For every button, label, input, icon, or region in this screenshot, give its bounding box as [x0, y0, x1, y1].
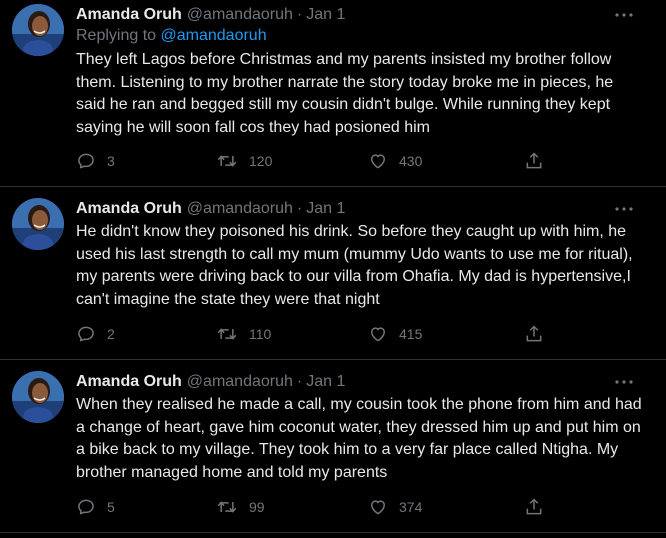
like-count: 374	[399, 499, 423, 515]
author-handle[interactable]: @amandaoruh	[187, 6, 293, 24]
avatar[interactable]	[12, 4, 64, 56]
retweet-arrows-icon	[217, 501, 237, 513]
tweet-divider	[0, 532, 666, 533]
like-button[interactable]: 430	[368, 149, 422, 173]
reply-count: 3	[107, 153, 115, 169]
retweet-arrows-icon	[217, 155, 237, 167]
reply-count: 5	[107, 499, 115, 515]
more-options-button[interactable]	[610, 371, 638, 393]
reply-button[interactable]: 5	[76, 495, 115, 519]
author-handle[interactable]: @amandaoruh	[187, 373, 293, 391]
share-upload-icon	[526, 152, 542, 169]
retweet-count: 99	[249, 499, 265, 515]
tweet-header: Amanda Oruh @amandaoruh · Jan 1	[76, 198, 345, 220]
more-dots-icon	[615, 207, 633, 211]
share-upload-icon	[526, 498, 542, 515]
tweet-divider	[0, 186, 666, 187]
avatar[interactable]	[12, 371, 64, 423]
tweet-actions: 3 120 430	[76, 149, 556, 173]
like-button[interactable]: 374	[368, 495, 422, 519]
more-options-button[interactable]	[610, 198, 638, 220]
retweet-count: 120	[249, 153, 273, 169]
avatar-photo-icon	[12, 371, 64, 423]
author-name[interactable]: Amanda Oruh	[76, 373, 182, 391]
tweet[interactable]: Amanda Oruh @amandaoruh · Jan 1 When the…	[0, 371, 666, 523]
author-name[interactable]: Amanda Oruh	[76, 200, 182, 218]
retweet-arrows-icon	[217, 328, 237, 340]
reply-bubble-icon	[78, 499, 94, 515]
retweet-button[interactable]: 120	[216, 149, 272, 173]
retweet-button[interactable]: 99	[216, 495, 265, 519]
separator-dot: ·	[296, 373, 303, 390]
tweet-header: Amanda Oruh @amandaoruh · Jan 1	[76, 371, 345, 393]
reply-button[interactable]: 3	[76, 149, 115, 173]
tweet[interactable]: Amanda Oruh @amandaoruh · Jan 1 He didn'…	[0, 198, 666, 350]
reply-bubble-icon	[78, 153, 94, 169]
heart-icon	[371, 500, 385, 515]
tweet-text: When they realised he made a call, my co…	[76, 396, 642, 481]
share-button[interactable]	[524, 495, 544, 519]
more-options-button[interactable]	[610, 4, 638, 26]
tweet-header: Amanda Oruh @amandaoruh · Jan 1	[76, 4, 345, 26]
tweet-divider	[0, 359, 666, 360]
avatar-photo-icon	[12, 198, 64, 250]
reply-mention-link[interactable]: @amandaoruh	[161, 27, 267, 44]
tweet-date[interactable]: Jan 1	[306, 200, 345, 218]
heart-icon	[371, 327, 385, 342]
separator-dot: ·	[296, 200, 303, 217]
share-button[interactable]	[524, 149, 544, 173]
retweet-button[interactable]: 110	[216, 322, 271, 346]
separator-dot: ·	[296, 6, 303, 23]
replying-to-line: Replying to @amandaoruh	[76, 27, 267, 45]
tweet-actions: 2 110 415	[76, 322, 556, 346]
reply-button[interactable]: 2	[76, 322, 115, 346]
avatar-photo-icon	[12, 4, 64, 56]
tweet-actions: 5 99 374	[76, 495, 556, 519]
share-button[interactable]	[524, 322, 544, 346]
retweet-count: 110	[249, 326, 272, 342]
tweet-text: They left Lagos before Christmas and my …	[76, 51, 614, 136]
reply-count: 2	[107, 326, 115, 342]
more-dots-icon	[615, 13, 633, 17]
like-button[interactable]: 415	[368, 322, 422, 346]
tweet-date[interactable]: Jan 1	[306, 6, 345, 24]
like-count: 430	[399, 153, 423, 169]
tweet-date[interactable]: Jan 1	[306, 373, 345, 391]
more-dots-icon	[615, 380, 633, 384]
tweet[interactable]: Amanda Oruh @amandaoruh · Jan 1 Replying…	[0, 4, 666, 180]
tweet-text: He didn't know they poisoned his drink. …	[76, 223, 633, 308]
author-name[interactable]: Amanda Oruh	[76, 6, 182, 24]
reply-bubble-icon	[78, 326, 94, 342]
replying-to-label: Replying to	[76, 27, 157, 44]
share-upload-icon	[526, 325, 542, 342]
avatar[interactable]	[12, 198, 64, 250]
like-count: 415	[399, 326, 423, 342]
heart-icon	[371, 154, 385, 169]
tweet-thread: Amanda Oruh @amandaoruh · Jan 1 Replying…	[0, 0, 666, 538]
author-handle[interactable]: @amandaoruh	[187, 200, 293, 218]
